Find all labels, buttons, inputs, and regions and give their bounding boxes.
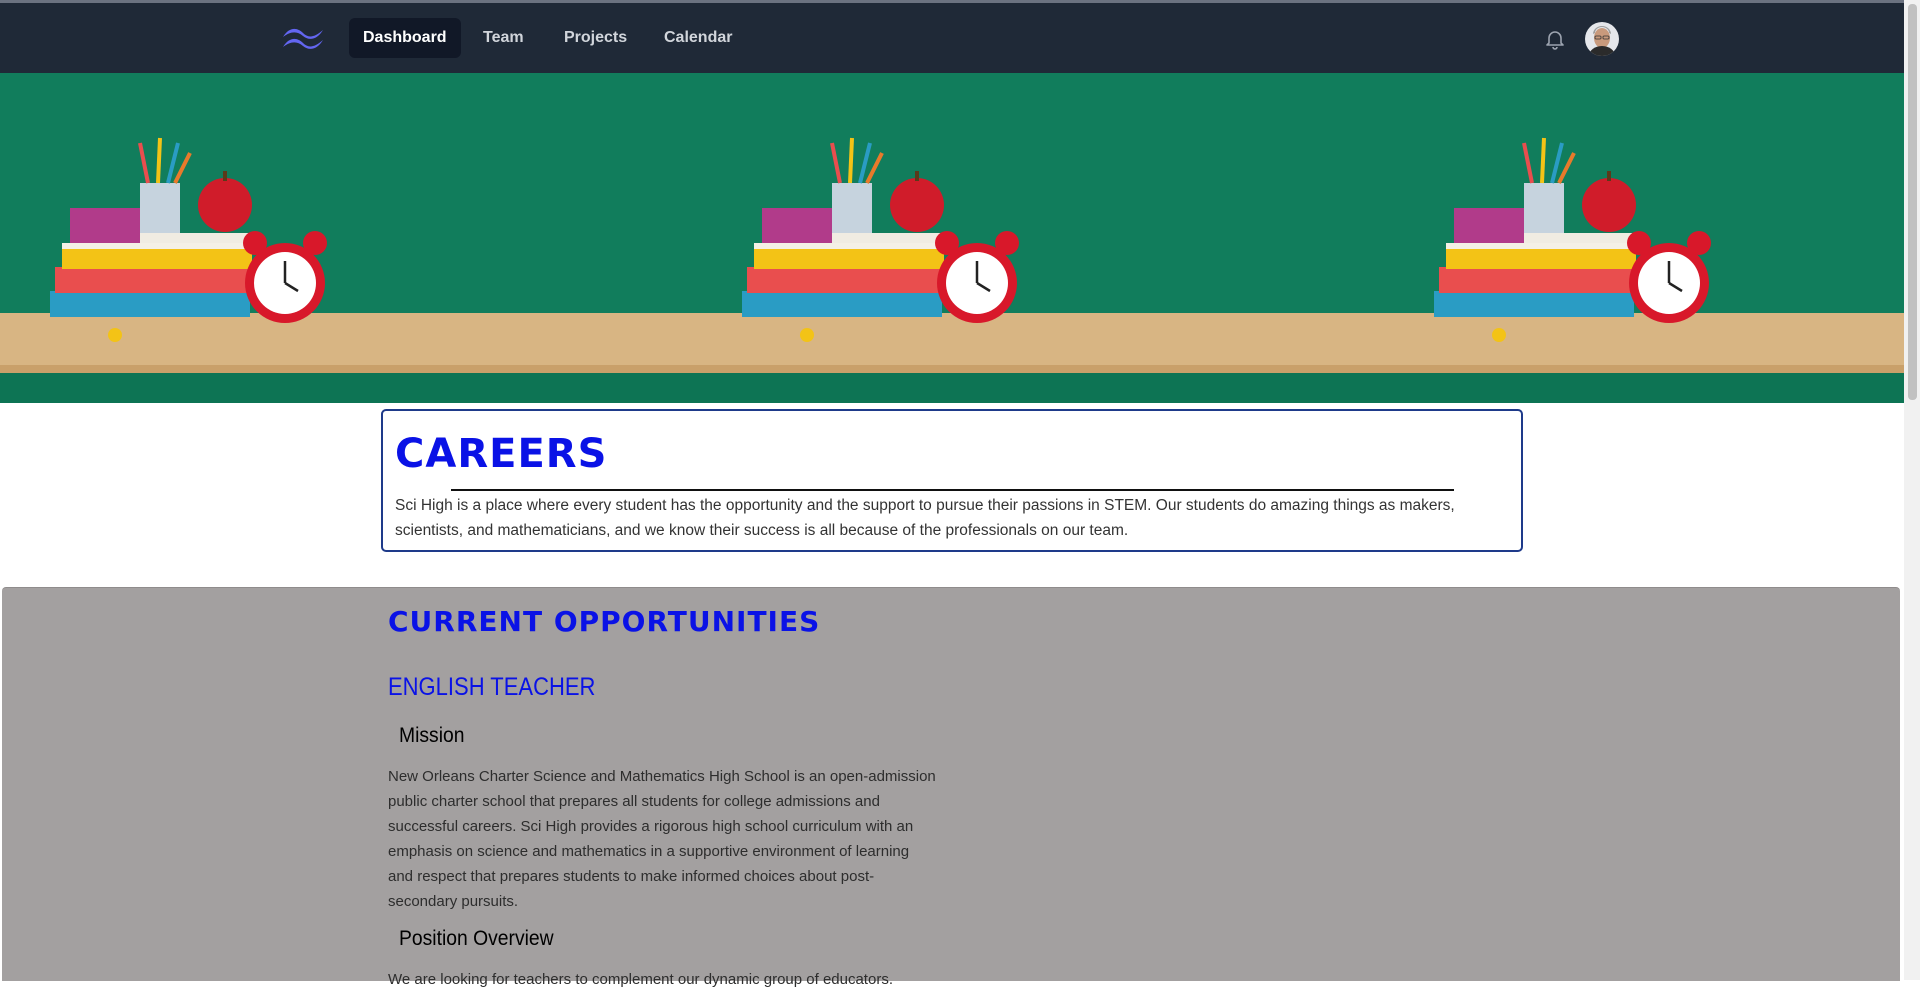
mission-heading: Mission [399,724,465,747]
careers-description: Sci High is a place where every student … [395,497,1455,539]
nav-team[interactable]: Team [469,18,538,58]
hero-banner [0,73,1904,403]
bell-icon[interactable] [1543,27,1567,51]
scrollbar-thumb[interactable] [1908,4,1917,400]
nav-dashboard[interactable]: Dashboard [349,18,461,58]
tailwind-logo-icon[interactable] [281,23,325,53]
user-avatar[interactable] [1585,22,1619,56]
nav-projects[interactable]: Projects [550,18,641,58]
job-title: ENGLISH TEACHER [388,673,596,701]
careers-card: CAREERS Sci High is a place where every … [381,409,1523,552]
mission-text: New Orleans Charter Science and Mathemat… [388,768,936,910]
overview-heading: Position Overview [399,927,554,950]
top-navbar: Dashboard Team Projects Calendar [0,3,1904,73]
nav-calendar[interactable]: Calendar [650,18,746,58]
opportunities-title: CURRENT OPPORTUNITIES [388,605,821,638]
opportunities-section [2,587,1900,981]
careers-divider [451,489,1454,491]
careers-title: CAREERS [395,431,608,477]
